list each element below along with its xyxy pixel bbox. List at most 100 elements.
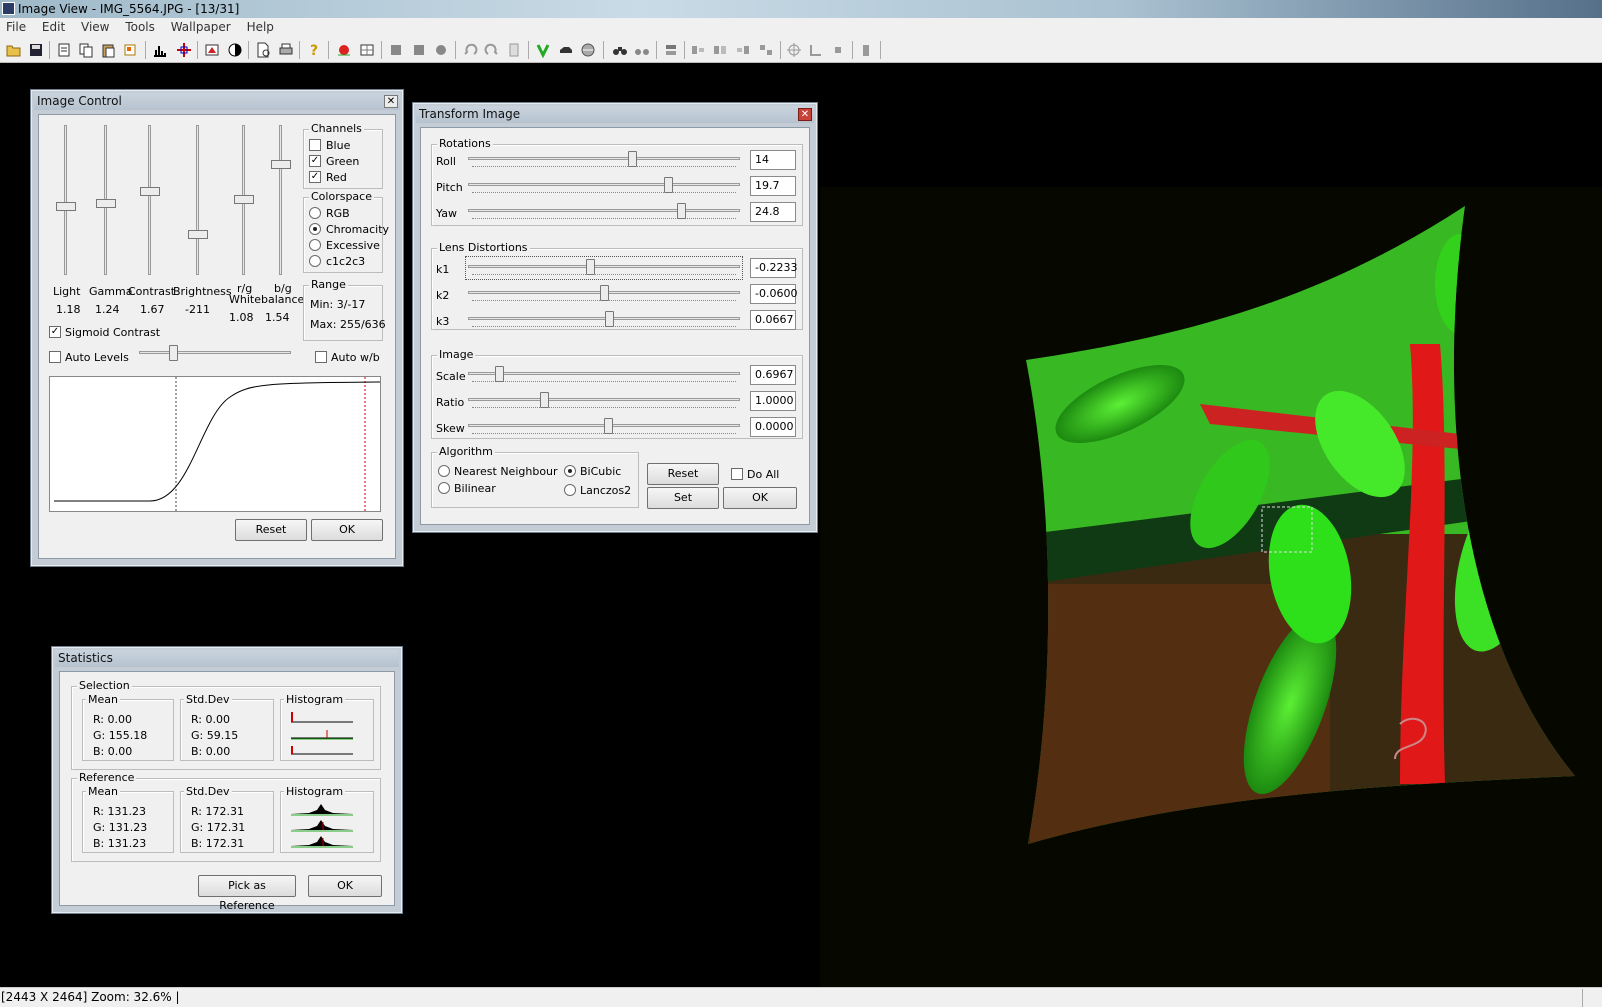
- rotate-left-icon[interactable]: [462, 42, 478, 58]
- yaw-slider[interactable]: [468, 203, 740, 221]
- slider-thumb[interactable]: [188, 230, 208, 239]
- align-left-icon[interactable]: [690, 42, 706, 58]
- circle-icon[interactable]: [433, 42, 449, 58]
- green-icon[interactable]: [535, 42, 551, 58]
- slider-thumb[interactable]: [96, 199, 116, 208]
- contrast-slider[interactable]: [139, 125, 161, 275]
- car-icon[interactable]: [558, 42, 574, 58]
- red-eye-icon[interactable]: [336, 42, 352, 58]
- transform-icon[interactable]: [204, 42, 220, 58]
- menu-help[interactable]: Help: [241, 18, 280, 37]
- excessive-radio[interactable]: [309, 239, 321, 251]
- histogram-icon[interactable]: [152, 42, 168, 58]
- gamma-slider[interactable]: [95, 125, 117, 275]
- copy-icon[interactable]: [78, 42, 94, 58]
- do-all-checkbox[interactable]: [731, 468, 743, 480]
- rgb-radio[interactable]: [309, 207, 321, 219]
- close-icon[interactable]: ✕: [798, 108, 812, 121]
- skew-slider[interactable]: [468, 418, 740, 436]
- help-icon[interactable]: ?: [306, 42, 322, 58]
- bg-slider[interactable]: [270, 125, 292, 275]
- ratio-slider[interactable]: [468, 392, 740, 410]
- crosshair-icon[interactable]: [176, 42, 192, 58]
- open-icon[interactable]: [6, 42, 22, 58]
- maximize-button[interactable]: [1542, 0, 1572, 17]
- k1-slider[interactable]: [465, 256, 743, 280]
- paste-icon[interactable]: [100, 42, 116, 58]
- square-icon[interactable]: [411, 42, 427, 58]
- yaw-field[interactable]: 24.8: [750, 202, 796, 222]
- slider-thumb[interactable]: [586, 259, 595, 275]
- c1c2c3-radio[interactable]: [309, 255, 321, 267]
- close-window-button[interactable]: [1572, 0, 1602, 17]
- slider-thumb[interactable]: [140, 187, 160, 196]
- pitch-slider[interactable]: [468, 177, 740, 195]
- slider-thumb[interactable]: [56, 202, 76, 211]
- trash-icon[interactable]: [858, 42, 874, 58]
- brightness-slider[interactable]: [187, 125, 209, 275]
- auto-levels-slider[interactable]: [139, 345, 291, 363]
- scan-icon[interactable]: [56, 42, 72, 58]
- ratio-field[interactable]: 1.0000: [750, 391, 796, 411]
- blue-checkbox[interactable]: [309, 139, 321, 151]
- slider-thumb[interactable]: [234, 195, 254, 204]
- align-justify-icon[interactable]: [758, 42, 774, 58]
- align-center-icon[interactable]: [712, 42, 728, 58]
- menu-wallpaper[interactable]: Wallpaper: [165, 18, 237, 37]
- slider-thumb[interactable]: [605, 311, 614, 327]
- slider-thumb[interactable]: [628, 151, 637, 167]
- auto-wb-checkbox[interactable]: [315, 351, 327, 363]
- grid-icon[interactable]: [359, 42, 375, 58]
- nearest-neighbour-radio[interactable]: [438, 465, 450, 477]
- contrast-curve[interactable]: [49, 376, 381, 512]
- slider-thumb[interactable]: [540, 392, 549, 408]
- k2-slider[interactable]: [468, 285, 740, 303]
- menu-tools[interactable]: Tools: [119, 18, 161, 37]
- roll-slider[interactable]: [468, 151, 740, 169]
- slider-thumb[interactable]: [495, 366, 504, 382]
- close-icon[interactable]: ✕: [384, 95, 398, 108]
- slider-thumb[interactable]: [604, 418, 613, 434]
- ok-button[interactable]: OK: [308, 875, 382, 897]
- scale-slider[interactable]: [468, 366, 740, 384]
- scale-field[interactable]: 0.6967: [750, 365, 796, 385]
- square-icon[interactable]: [388, 42, 404, 58]
- set-button[interactable]: Set: [647, 487, 719, 509]
- k3-field[interactable]: 0.0667: [750, 310, 796, 330]
- binoculars-icon[interactable]: [612, 42, 628, 58]
- reset-button[interactable]: Reset: [235, 519, 307, 541]
- contrast-icon[interactable]: [227, 42, 243, 58]
- light-slider[interactable]: [55, 125, 77, 275]
- slider-thumb[interactable]: [677, 203, 686, 219]
- menu-view[interactable]: View: [75, 18, 115, 37]
- ok-button[interactable]: OK: [311, 519, 383, 541]
- stop-icon[interactable]: [830, 42, 846, 58]
- slider-thumb[interactable]: [271, 160, 291, 169]
- disc-icon[interactable]: [580, 42, 596, 58]
- slider-thumb[interactable]: [600, 285, 609, 301]
- page-icon[interactable]: [255, 42, 271, 58]
- resize-grip[interactable]: [1582, 989, 1602, 1007]
- k3-slider[interactable]: [468, 311, 740, 329]
- pick-as-reference-button[interactable]: Pick as Reference: [198, 875, 296, 912]
- menu-file[interactable]: File: [0, 18, 32, 37]
- target-icon[interactable]: [786, 42, 802, 58]
- crop-icon[interactable]: [122, 42, 138, 58]
- sigmoid-contrast-checkbox[interactable]: ✓: [49, 326, 61, 338]
- red-checkbox[interactable]: ✓: [309, 171, 321, 183]
- minimize-button[interactable]: [1512, 0, 1542, 17]
- bicubic-radio[interactable]: [564, 465, 576, 477]
- print-icon[interactable]: [278, 42, 294, 58]
- auto-levels-checkbox[interactable]: [49, 351, 61, 363]
- stack-icon[interactable]: [663, 42, 679, 58]
- save-icon[interactable]: [28, 42, 44, 58]
- slider-thumb[interactable]: [664, 177, 673, 193]
- angle-icon[interactable]: [808, 42, 824, 58]
- k2-field[interactable]: -0.0600: [750, 284, 797, 304]
- pitch-field[interactable]: 19.7: [750, 176, 796, 196]
- rotate-right-icon[interactable]: [484, 42, 500, 58]
- doc-icon[interactable]: [506, 42, 522, 58]
- ok-button[interactable]: OK: [723, 487, 797, 509]
- binoculars-2-icon[interactable]: [634, 42, 650, 58]
- menu-edit[interactable]: Edit: [36, 18, 71, 37]
